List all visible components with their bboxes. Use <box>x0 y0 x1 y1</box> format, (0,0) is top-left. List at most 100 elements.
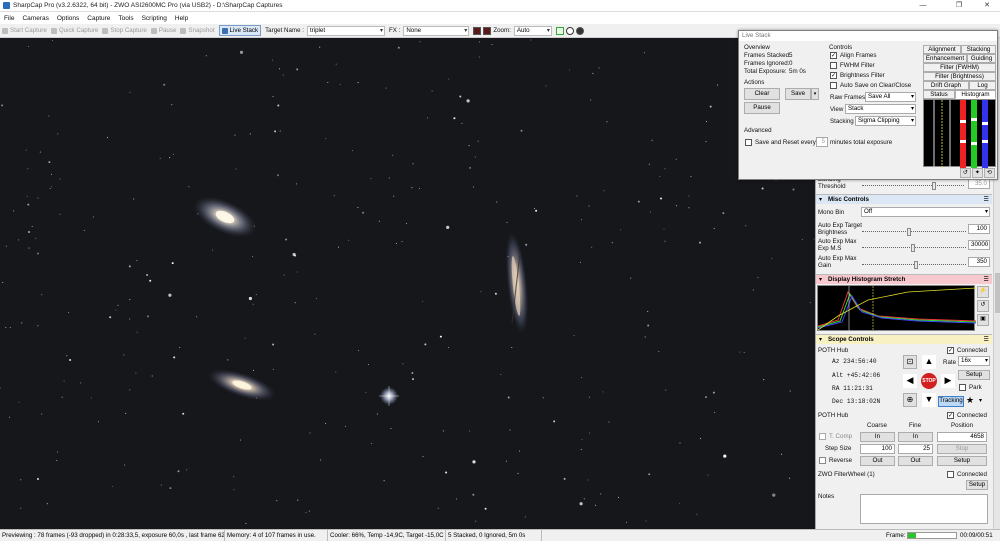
notes-textarea[interactable] <box>860 494 988 524</box>
raw-frames-combo[interactable]: Save All <box>865 92 916 102</box>
auto-save-checkbox[interactable] <box>830 82 837 89</box>
tab-filter-brightness[interactable]: Filter (Brightness) <box>923 72 996 81</box>
east-arrow-icon[interactable]: ▶ <box>941 374 955 388</box>
start-capture-button[interactable]: Start Capture <box>2 27 47 34</box>
quick-capture-button[interactable]: Quick Capture <box>50 27 98 34</box>
chevron-down-icon[interactable]: ▾ <box>979 397 982 404</box>
save-stack-button[interactable]: Save <box>785 88 811 100</box>
focuser-stop-button[interactable]: Stop <box>937 444 987 454</box>
south-arrow-icon[interactable]: ▼ <box>922 393 936 407</box>
tab-filter-fwhm[interactable]: Filter (FWHM) <box>923 63 996 72</box>
zoom-combo[interactable]: Auto <box>513 25 552 36</box>
histogram-auto-icon[interactable]: ✦ <box>972 168 983 178</box>
rate-combo[interactable]: 16x <box>958 356 990 366</box>
coarse-step-input[interactable]: 100 <box>860 444 895 454</box>
save-options-icon[interactable]: ▾ <box>811 88 819 100</box>
auto-exp-max-gain-slider[interactable] <box>862 261 966 269</box>
north-arrow-icon[interactable]: ▲ <box>922 355 936 369</box>
align-frames-checkbox[interactable]: ✓ <box>830 52 837 59</box>
tab-stacking[interactable]: Stacking <box>961 45 996 54</box>
save-stretch-icon[interactable]: ▣ <box>977 314 989 326</box>
histogram-reset-icon[interactable]: ↺ <box>960 168 971 178</box>
auto-exp-max-gain-input[interactable]: 350 <box>968 257 990 267</box>
select-area-icon[interactable] <box>473 26 482 35</box>
histogram-icon[interactable] <box>555 26 564 35</box>
stack-histogram-panel[interactable] <box>923 99 996 168</box>
stacking-combo[interactable]: Sigma Clipping <box>855 116 916 126</box>
auto-exp-target-input[interactable]: 100 <box>968 224 990 234</box>
target-icon[interactable] <box>575 26 584 35</box>
menu-file[interactable]: File <box>4 15 14 22</box>
fine-step-input[interactable]: 25 <box>898 444 933 454</box>
brightness-filter-checkbox[interactable]: ✓ <box>830 72 837 79</box>
stop-capture-button[interactable]: Stop Capture <box>102 27 147 34</box>
coarse-in-button[interactable]: In <box>860 432 895 442</box>
slider-knob[interactable] <box>932 182 936 190</box>
menu-tools[interactable]: Tools <box>118 15 133 22</box>
banding-threshold-input[interactable]: 35.0 <box>968 179 990 189</box>
goto-icon[interactable]: ⊡ <box>903 355 917 369</box>
minimize-button[interactable]: — <box>912 0 934 12</box>
slider-knob[interactable] <box>914 261 918 269</box>
fine-out-button[interactable]: Out <box>898 456 933 466</box>
tab-guiding[interactable]: Guiding <box>967 54 996 63</box>
histogram-stretch-header[interactable]: ▾ Display Histogram Stretch ☰ <box>816 274 992 284</box>
clear-stack-button[interactable]: Clear <box>744 88 780 100</box>
auto-exp-target-slider[interactable] <box>862 228 966 236</box>
tab-status[interactable]: Status <box>923 90 955 99</box>
tab-histogram[interactable]: Histogram <box>955 90 996 99</box>
position-input[interactable]: 4658 <box>937 432 987 442</box>
banding-threshold-slider[interactable] <box>862 182 964 190</box>
close-button[interactable]: ✕ <box>976 0 998 12</box>
histogram-refresh-icon[interactable]: ⟲ <box>984 168 995 178</box>
slider-knob[interactable] <box>907 228 911 236</box>
mono-bin-combo[interactable]: Off <box>861 207 990 217</box>
t-comp-checkbox[interactable] <box>819 433 826 440</box>
scrollbar-thumb[interactable] <box>995 273 1000 313</box>
histogram-stretch-graph[interactable] <box>817 285 977 332</box>
tracking-button[interactable]: Tracking <box>938 396 964 407</box>
target-name-combo[interactable]: triplet <box>306 25 385 36</box>
crosshair-icon[interactable]: ⊕ <box>903 393 917 407</box>
menu-scripting[interactable]: Scripting <box>142 15 167 22</box>
focuser-setup-button[interactable]: Setup <box>937 456 987 466</box>
west-arrow-icon[interactable]: ◀ <box>903 374 917 388</box>
stop-button[interactable]: STOP <box>921 373 937 389</box>
snapshot-button[interactable]: Snapshot <box>180 27 215 34</box>
reset-stretch-icon[interactable]: ↺ <box>977 300 989 312</box>
tab-drift-graph[interactable]: Drift Graph <box>923 81 969 90</box>
scope-controls-header[interactable]: ▾ Scope Controls ☰ <box>816 334 992 344</box>
filterwheel-connected-checkbox[interactable] <box>947 471 954 478</box>
fx-combo[interactable]: None <box>403 25 470 36</box>
fwhm-filter-checkbox[interactable] <box>830 62 837 69</box>
focus-icon[interactable] <box>565 26 574 35</box>
menu-icon[interactable]: ☰ <box>983 335 989 345</box>
live-stack-button[interactable]: Live Stack <box>218 25 262 36</box>
park-checkbox[interactable] <box>959 384 966 391</box>
menu-icon[interactable]: ☰ <box>983 195 989 205</box>
menu-icon[interactable]: ☰ <box>983 275 989 285</box>
reticle-icon[interactable] <box>483 26 492 35</box>
tab-log[interactable]: Log <box>969 81 996 90</box>
pause-stack-button[interactable]: Pause <box>744 102 780 114</box>
menu-capture[interactable]: Capture <box>87 15 110 22</box>
scope-connected-checkbox[interactable]: ✓ <box>947 347 954 354</box>
misc-controls-header[interactable]: ▾ Misc Controls ☰ <box>816 194 992 204</box>
auto-exp-max-ms-input[interactable]: 30000 <box>968 240 990 250</box>
save-reset-checkbox[interactable] <box>745 139 752 146</box>
auto-exp-max-ms-slider[interactable] <box>862 244 966 252</box>
star-icon[interactable]: ★ <box>966 395 976 407</box>
filterwheel-setup-button[interactable]: Setup <box>966 480 988 490</box>
tab-alignment[interactable]: Alignment <box>923 45 961 54</box>
camera-preview-image[interactable] <box>0 38 815 529</box>
auto-stretch-icon[interactable]: ⚡ <box>977 286 989 298</box>
save-reset-input[interactable]: 5 <box>816 137 828 147</box>
scope-setup-button[interactable]: Setup <box>958 370 990 380</box>
coarse-out-button[interactable]: Out <box>860 456 895 466</box>
view-combo[interactable]: Stack <box>845 104 916 114</box>
menu-options[interactable]: Options <box>57 15 79 22</box>
fine-in-button[interactable]: In <box>898 432 933 442</box>
slider-knob[interactable] <box>911 244 915 252</box>
maximize-button[interactable]: ❐ <box>948 0 970 12</box>
reverse-checkbox[interactable] <box>819 457 826 464</box>
